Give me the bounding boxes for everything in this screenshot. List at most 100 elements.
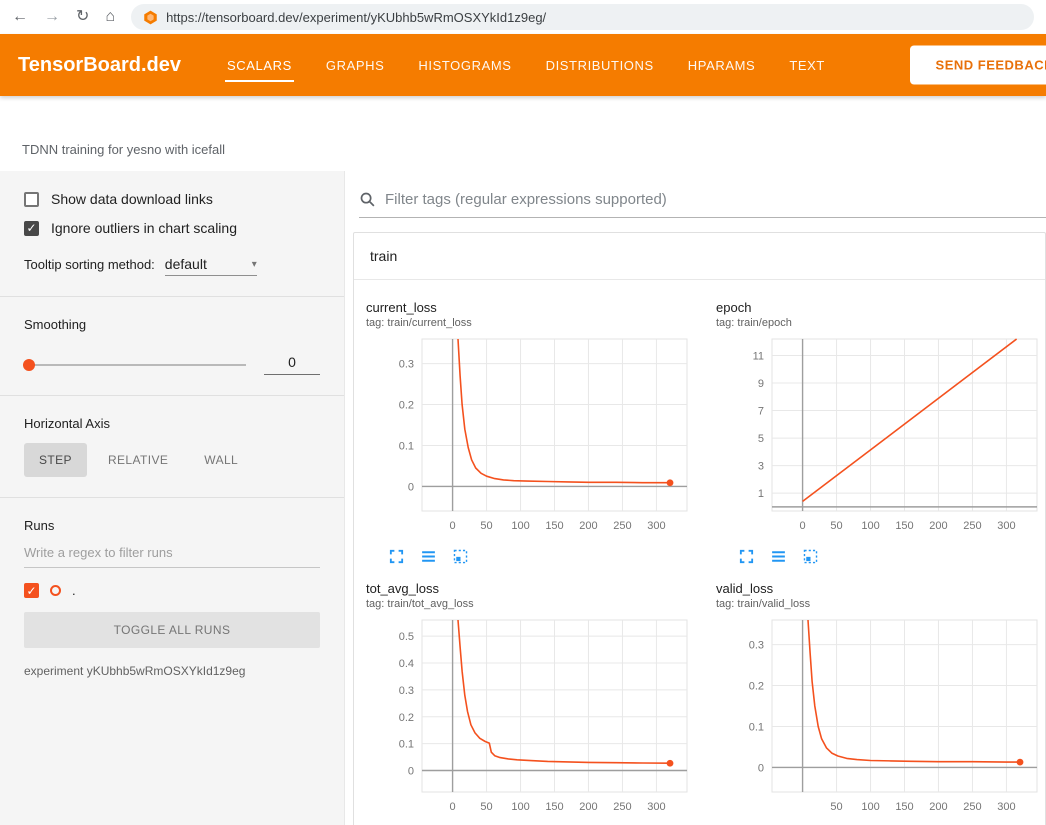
tab-hparams[interactable]: HPARAMS xyxy=(686,49,758,82)
svg-text:300: 300 xyxy=(997,801,1015,813)
chart-plot[interactable]: 5010015020025030000.10.20.3 xyxy=(716,616,1046,823)
chart-tag: tag: train/epoch xyxy=(716,317,1046,329)
tab-text[interactable]: TEXT xyxy=(787,49,827,82)
svg-text:0.1: 0.1 xyxy=(749,721,764,733)
tab-scalars[interactable]: SCALARS xyxy=(225,49,294,82)
runs-label: Runs xyxy=(24,518,320,533)
tag-group-title[interactable]: train xyxy=(354,233,1045,280)
svg-text:0: 0 xyxy=(450,801,456,813)
smoothing-label: Smoothing xyxy=(24,317,320,332)
expand-icon[interactable] xyxy=(738,548,755,565)
filter-tags-input[interactable]: Filter tags (regular expressions support… xyxy=(359,191,1046,218)
browser-chrome: ← → ↻ ⌂ https://tensorboard.dev/experime… xyxy=(0,0,1046,34)
chart-plot[interactable]: 05010015020025030000.10.20.3 xyxy=(366,335,696,542)
checkbox-unchecked-icon xyxy=(24,192,39,207)
svg-text:0.3: 0.3 xyxy=(749,640,764,652)
chart-title: epoch xyxy=(716,300,1046,315)
svg-text:200: 200 xyxy=(929,520,947,532)
svg-text:100: 100 xyxy=(511,801,529,813)
experiment-caption: experiment yKUbhb5wRmOSXYkId1z9eg xyxy=(24,664,320,678)
ignore-outliers-checkbox[interactable]: ✓ Ignore outliers in chart scaling xyxy=(24,220,320,236)
svg-text:0.1: 0.1 xyxy=(399,440,414,452)
chart-tag: tag: train/current_loss xyxy=(366,317,696,329)
toggle-all-runs-button[interactable]: TOGGLE ALL RUNS xyxy=(24,612,320,648)
chart-plot[interactable]: 0501001502002503001357911 xyxy=(716,335,1046,542)
tag-group-card: train current_loss tag: train/current_lo… xyxy=(353,232,1046,825)
chart-plot[interactable]: 05010015020025030000.10.20.30.40.5 xyxy=(366,616,696,823)
tooltip-sorting-select[interactable]: default ▾ xyxy=(165,256,257,276)
svg-text:0.3: 0.3 xyxy=(399,359,414,371)
svg-text:250: 250 xyxy=(963,520,981,532)
fit-domain-icon[interactable] xyxy=(452,548,469,565)
svg-text:300: 300 xyxy=(997,520,1015,532)
axis-step-button[interactable]: STEP xyxy=(24,443,87,477)
reload-icon[interactable]: ↻ xyxy=(76,9,89,25)
divider xyxy=(0,497,344,498)
svg-text:150: 150 xyxy=(545,520,563,532)
tooltip-sorting-row: Tooltip sorting method: default ▾ xyxy=(24,256,320,276)
home-icon[interactable]: ⌂ xyxy=(105,9,115,25)
run-label: . xyxy=(72,583,76,598)
chart-tag: tag: train/valid_loss xyxy=(716,598,1046,610)
checkbox-checked-icon: ✓ xyxy=(24,221,39,236)
svg-text:50: 50 xyxy=(830,801,842,813)
tab-histograms[interactable]: HISTOGRAMS xyxy=(416,49,513,82)
svg-text:5: 5 xyxy=(758,433,764,445)
data-table-icon[interactable] xyxy=(420,548,437,565)
app-logo[interactable]: TensorBoard.dev xyxy=(18,54,181,77)
axis-wall-button[interactable]: WALL xyxy=(189,443,253,477)
slider-thumb[interactable] xyxy=(23,359,35,371)
divider xyxy=(0,296,344,297)
tensorboard-favicon xyxy=(143,10,158,25)
forward-icon[interactable]: → xyxy=(44,9,60,25)
smoothing-row: 0 xyxy=(24,354,320,375)
svg-text:0: 0 xyxy=(450,520,456,532)
svg-text:0.4: 0.4 xyxy=(399,658,414,670)
svg-text:0.1: 0.1 xyxy=(399,739,414,751)
runs-filter-input[interactable]: Write a regex to filter runs xyxy=(24,545,320,568)
svg-text:200: 200 xyxy=(929,801,947,813)
app-header: TensorBoard.dev SCALARS GRAPHS HISTOGRAM… xyxy=(0,34,1046,96)
svg-text:0: 0 xyxy=(408,766,414,778)
send-feedback-button[interactable]: SEND FEEDBACK xyxy=(910,46,1046,85)
svg-text:0.2: 0.2 xyxy=(749,681,764,693)
svg-text:0: 0 xyxy=(758,762,764,774)
fit-domain-icon[interactable] xyxy=(802,548,819,565)
chevron-down-icon: ▾ xyxy=(252,259,257,270)
expand-icon[interactable] xyxy=(388,548,405,565)
svg-text:200: 200 xyxy=(579,520,597,532)
svg-text:0.3: 0.3 xyxy=(399,685,414,697)
svg-text:9: 9 xyxy=(758,378,764,390)
chart-current-loss: current_loss tag: train/current_loss 050… xyxy=(360,300,702,565)
svg-text:0.2: 0.2 xyxy=(399,712,414,724)
svg-text:50: 50 xyxy=(480,520,492,532)
chart-tag: tag: train/tot_avg_loss xyxy=(366,598,696,610)
checkbox-label: Ignore outliers in chart scaling xyxy=(51,220,237,236)
svg-text:300: 300 xyxy=(647,801,665,813)
smoothing-slider[interactable] xyxy=(24,364,246,366)
svg-text:300: 300 xyxy=(647,520,665,532)
experiment-description-bar: TDNN training for yesno with icefall xyxy=(0,96,1046,171)
back-icon[interactable]: ← xyxy=(12,9,28,25)
svg-text:1: 1 xyxy=(758,488,764,500)
axis-relative-button[interactable]: RELATIVE xyxy=(93,443,183,477)
tab-distributions[interactable]: DISTRIBUTIONS xyxy=(544,49,656,82)
address-bar[interactable]: https://tensorboard.dev/experiment/yKUbh… xyxy=(131,4,1034,30)
scalars-main-panel: Filter tags (regular expressions support… xyxy=(345,171,1046,825)
experiment-description: TDNN training for yesno with icefall xyxy=(22,142,225,157)
smoothing-value[interactable]: 0 xyxy=(264,354,320,375)
svg-text:100: 100 xyxy=(511,520,529,532)
tab-graphs[interactable]: GRAPHS xyxy=(324,49,387,82)
svg-text:7: 7 xyxy=(758,406,764,418)
horizontal-axis-label: Horizontal Axis xyxy=(24,416,320,431)
svg-text:100: 100 xyxy=(861,801,879,813)
chart-valid-loss: valid_loss tag: train/valid_loss 5010015… xyxy=(710,581,1046,825)
run-color-swatch[interactable] xyxy=(50,585,61,596)
svg-text:250: 250 xyxy=(613,801,631,813)
data-table-icon[interactable] xyxy=(770,548,787,565)
svg-text:50: 50 xyxy=(830,520,842,532)
run-checkbox[interactable]: ✓ xyxy=(24,583,39,598)
show-download-links-checkbox[interactable]: Show data download links xyxy=(24,191,320,207)
svg-text:150: 150 xyxy=(545,801,563,813)
svg-text:3: 3 xyxy=(758,461,764,473)
